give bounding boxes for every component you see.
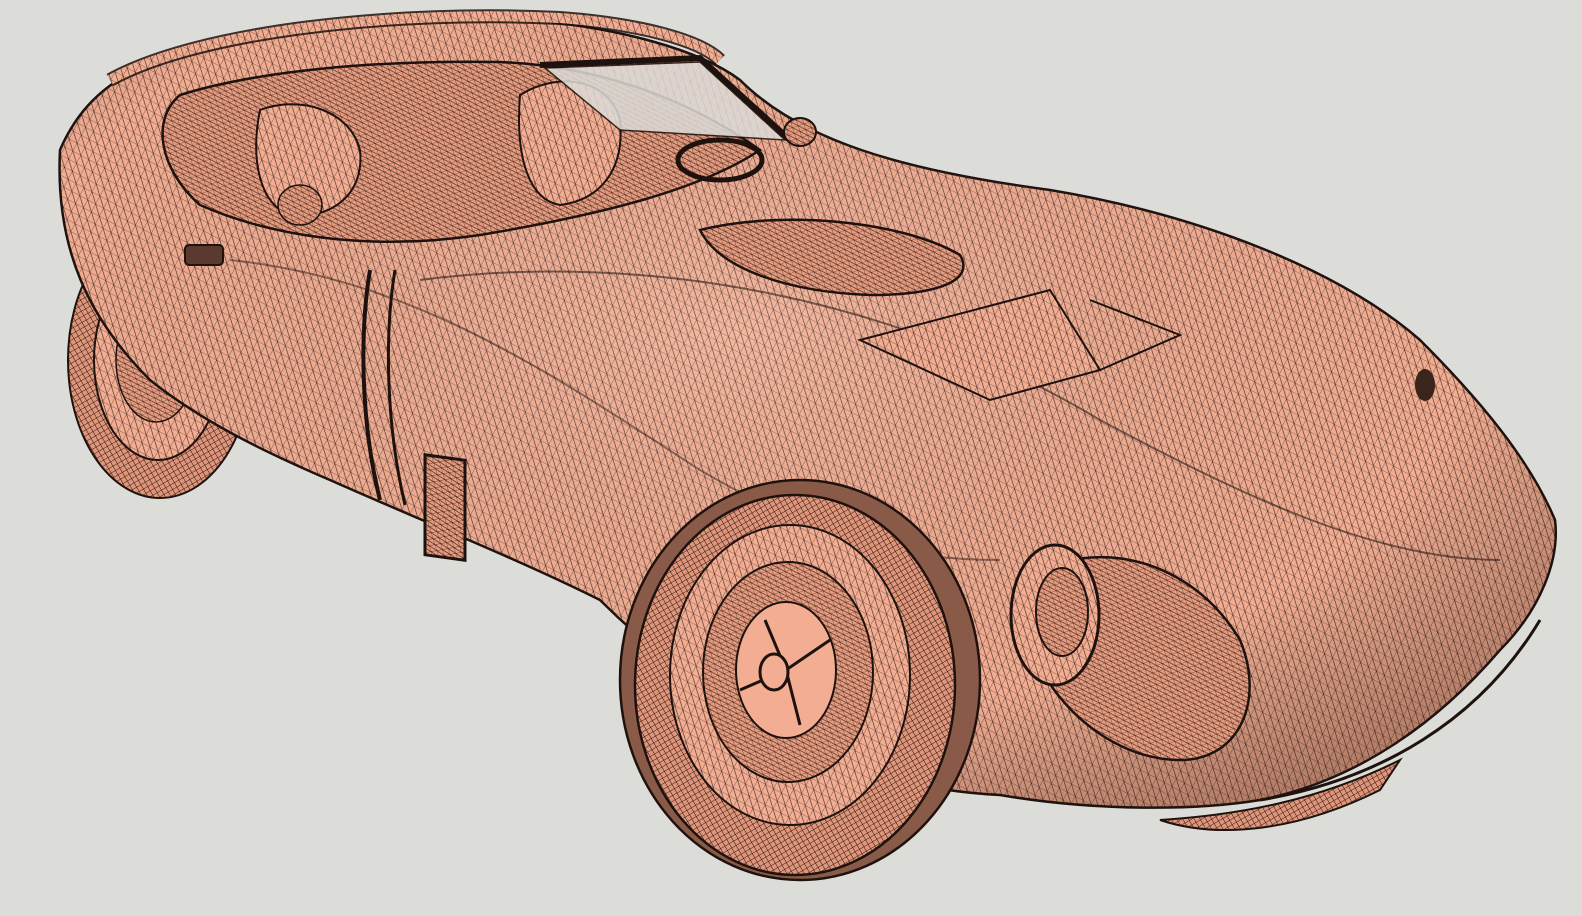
car-mesh-render[interactable]	[0, 0, 1582, 916]
front-wheel	[618, 478, 982, 882]
mirror	[783, 117, 817, 147]
fog-light	[1415, 369, 1435, 401]
3d-viewport[interactable]	[0, 0, 1582, 916]
headrest	[277, 184, 323, 226]
